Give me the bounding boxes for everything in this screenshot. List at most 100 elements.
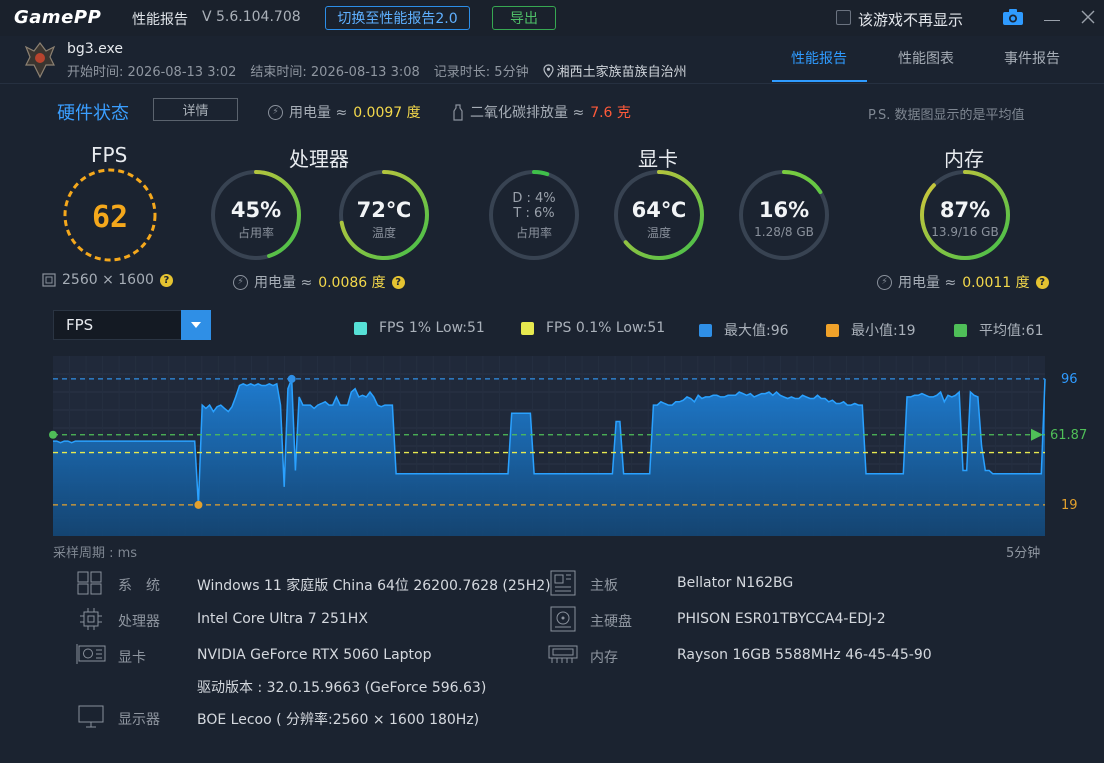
driver-version: 驱动版本 : 32.0.15.9663 (GeForce 596.63) [197,680,487,696]
memory-power-value: 0.0011 度 [962,275,1030,291]
memory-stick-icon [548,643,578,669]
tab-event-report[interactable]: 事件报告 [1004,48,1060,68]
cpu-power-value: 0.0086 度 [318,275,386,291]
game-meta: 开始时间: 2026-08-13 3:02 结束时间: 2026-08-13 3… [67,61,687,80]
total-power-label: 用电量 ≈ [289,105,348,121]
resolution-value: 2560 × 1600 [62,272,154,288]
legend-swatch [521,321,534,335]
metric-select-value[interactable]: FPS [66,316,93,334]
gpu-vram-value: 16% [759,198,809,222]
power-icon: ⚡ [877,274,892,290]
memory-usage-gauge: 87% 13.9/16 GB [920,170,1010,260]
details-button[interactable]: 详情 [153,98,238,121]
average-note: P.S. 数据图显示的是平均值 [868,108,1025,123]
memory-usage-value: 87% [940,198,990,222]
os-label: 系 统 [118,578,160,594]
legend-swatch [699,323,712,337]
cpu-power-label: 用电量 ≈ [254,275,313,291]
motherboard-icon [550,570,576,600]
gpu-usage-d: D : 4% [512,191,555,206]
cpu-temp-value: 72℃ [357,198,412,222]
cpu-value: Intel Core Ultra 7 251HX [197,611,368,627]
cpu-usage-value: 45% [231,198,281,222]
legend-label: 最小值:19 [851,323,916,339]
max-point [287,374,296,383]
hardware-status-title: 硬件状态 [57,103,129,124]
location: 湘西土家族苗族自治州 [556,65,687,80]
legend-swatch [354,321,367,335]
cpu-label: 处理器 [118,614,160,630]
fps-gauge: 62 [63,168,157,262]
game-name: bg3.exe [67,41,123,57]
board-value: Bellator N162BG [677,575,794,591]
start-time: 开始时间: 2026-08-13 3:02 [67,65,237,80]
min-point [194,500,203,509]
gpu-usage-gauge: D : 4% T : 6% 占用率 [489,170,579,260]
co2-value: 7.6 克 [590,105,631,121]
gpu-temp-value: 64℃ [632,198,687,222]
game-icon [24,41,56,83]
power-icon: ⚡ [268,104,283,120]
header-divider [0,83,1104,84]
legend-label: FPS 1% Low:51 [379,320,485,336]
total-power: ⚡ 用电量 ≈ 0.0097 度 [268,102,421,122]
end-time: 结束时间: 2026-08-13 3:08 [250,65,420,80]
help-icon[interactable]: ? [1035,275,1049,289]
co2-emission: 二氧化碳排放量 ≈ 7.6 克 [452,102,631,122]
legend-label: 最大值:96 [724,323,789,339]
gpu-card-icon [76,643,106,669]
record-duration: 记录时长: 5分钟 [433,65,529,80]
gpu-usage-t: T : 6% [512,206,554,221]
avg-value-label: 61.87 [1050,428,1087,443]
fps-title: FPS [91,143,128,167]
location-icon [542,63,554,78]
minimize-icon[interactable] [1044,20,1060,21]
cpu-temp-label: 温度 [372,225,396,240]
fps-chart: 96 61.87 19 [49,356,1087,536]
no-more-label[interactable]: 该游戏不再显示 [858,9,963,30]
help-icon[interactable]: ? [391,275,405,289]
disk-value: PHISON ESR01TBYCCA4-EDJ-2 [677,611,886,627]
legend-low1: FPS 1% Low:51 [354,320,485,336]
close-icon[interactable] [1080,9,1096,29]
os-value: Windows 11 家庭版 China 64位 26200.7628 (25H… [197,578,551,594]
cpu-temp-gauge: 72℃ 温度 [339,170,429,260]
camera-icon[interactable] [1002,8,1024,30]
memory-usage-sub: 13.9/16 GB [931,225,998,239]
co2-label: 二氧化碳排放量 ≈ [470,105,585,121]
fps-value: 62 [92,200,128,235]
gpu-value: NVIDIA GeForce RTX 5060 Laptop [197,647,432,663]
x-axis-end-label: 5分钟 [1006,546,1041,561]
board-label: 主板 [590,578,618,594]
legend-max: 最大值:96 [699,320,789,340]
legend-swatch [826,323,839,337]
chevron-down-icon [191,322,201,328]
app-title: 性能报告 [132,12,188,28]
resolution-row: 2560 × 1600 ? [42,272,173,288]
cpu-usage-label: 占用率 [238,225,274,240]
legend-avg: 平均值:61 [954,320,1044,340]
tab-performance-charts[interactable]: 性能图表 [898,48,954,68]
gpu-vram-gauge: 16% 1.28/8 GB [739,170,829,260]
switch-report-button[interactable]: 切换至性能报告2.0 [325,6,470,30]
co2-bottle-icon [453,103,463,121]
dropdown-button[interactable] [181,310,211,340]
cpu-chip-icon [79,607,103,635]
app-version: V 5.6.104.708 [202,9,301,25]
no-more-checkbox[interactable] [836,10,851,25]
export-button[interactable]: 导出 [492,6,556,30]
legend-min: 最小值:19 [826,320,916,340]
gpu-usage-label: 占用率 [516,225,552,240]
tab-performance-report[interactable]: 性能报告 [791,48,847,68]
gpu-temp-label: 温度 [647,225,671,240]
legend-swatch [954,323,967,337]
memory-power-label: 用电量 ≈ [898,275,957,291]
total-power-value: 0.0097 度 [353,105,421,121]
gpu-vram-sub: 1.28/8 GB [754,225,814,239]
legend-low01: FPS 0.1% Low:51 [521,320,665,336]
help-icon[interactable]: ? [159,273,173,287]
display-label: 显示器 [118,712,160,728]
legend-label: 平均值:61 [979,323,1044,339]
mem-label: 内存 [590,650,618,666]
memory-power: ⚡ 用电量 ≈ 0.0011 度 ? [877,272,1049,292]
